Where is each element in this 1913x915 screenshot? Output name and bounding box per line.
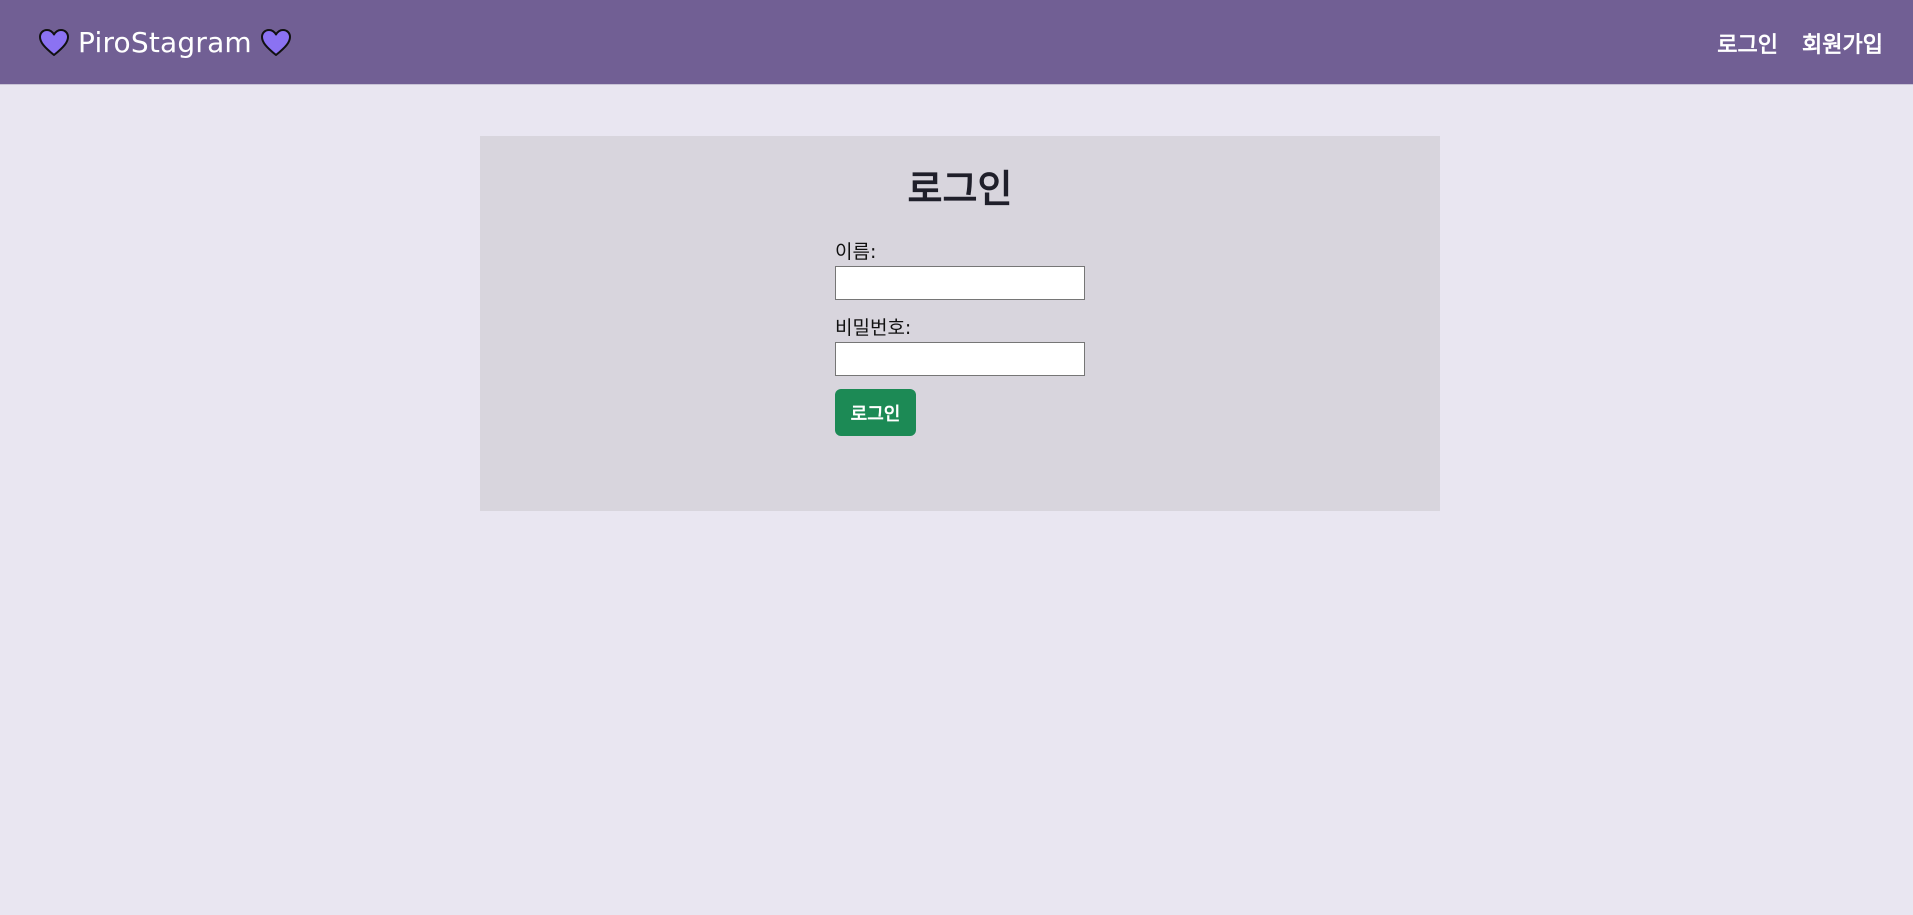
nav-login-link[interactable]: 로그인 [1717, 27, 1778, 59]
navbar: PiroStagram 로그인 회원가입 [0, 0, 1913, 85]
brand-title: PiroStagram [78, 26, 252, 59]
login-form: 이름: 비밀번호: 로그인 [835, 240, 1095, 436]
login-button[interactable]: 로그인 [835, 389, 916, 436]
password-label: 비밀번호: [835, 317, 912, 339]
heart-icon [260, 28, 292, 58]
password-input[interactable] [835, 342, 1085, 376]
nav-links: 로그인 회원가입 [1693, 0, 1883, 85]
brand-link[interactable]: PiroStagram [38, 0, 292, 85]
username-label: 이름: [835, 241, 877, 263]
heart-icon [38, 28, 70, 58]
username-input[interactable] [835, 266, 1085, 300]
nav-signup-link[interactable]: 회원가입 [1802, 27, 1883, 59]
page-title: 로그인 [907, 167, 1013, 211]
login-card: 로그인 이름: 비밀번호: 로그인 [480, 136, 1440, 511]
